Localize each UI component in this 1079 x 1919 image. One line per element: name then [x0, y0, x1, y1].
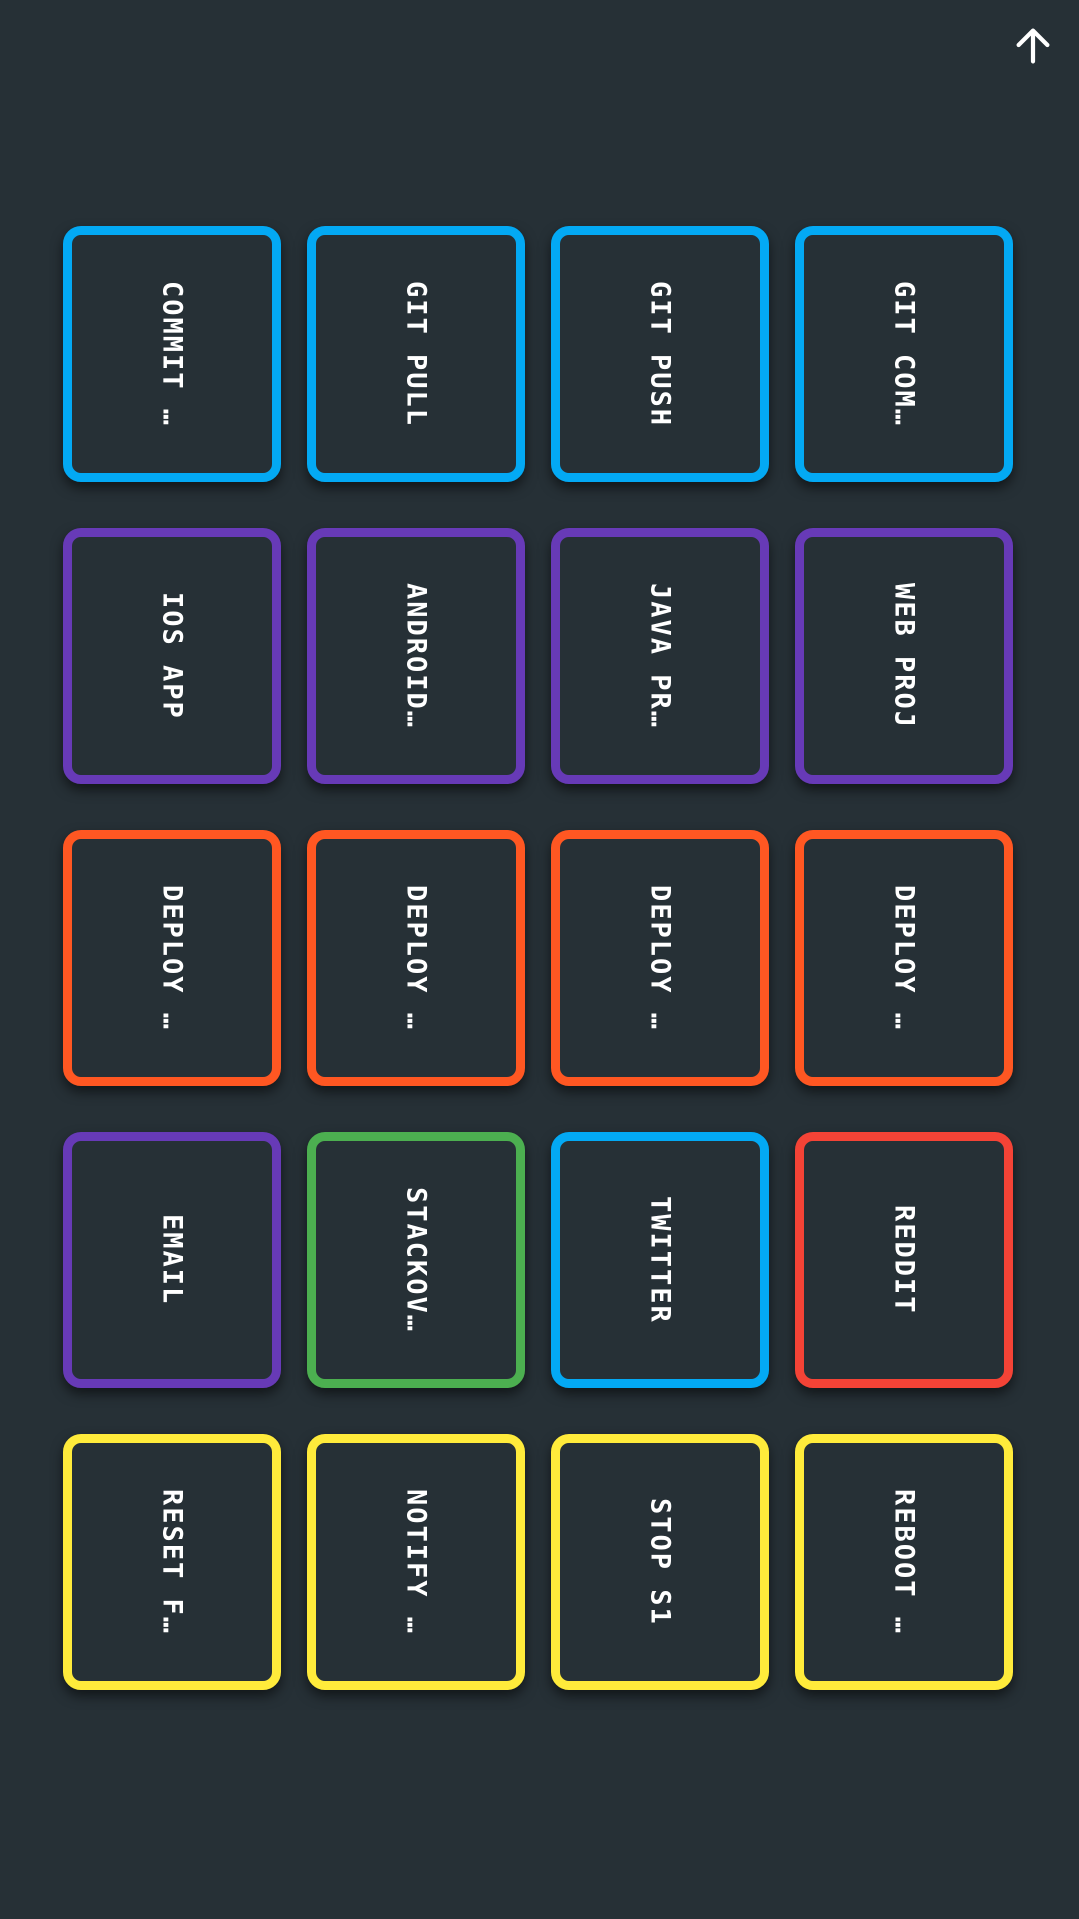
tile-label: COMMIT … — [156, 280, 188, 428]
tile-android[interactable]: ANDROID… — [307, 528, 525, 784]
tile-stackoverflow[interactable]: STACKOV… — [307, 1132, 525, 1388]
tile-label: DEPLOY … — [400, 884, 432, 1032]
tile-twitter[interactable]: TWITTER — [551, 1132, 769, 1388]
tile-reddit[interactable]: REDDIT — [795, 1132, 1013, 1388]
tile-deploy-3[interactable]: DEPLOY … — [551, 830, 769, 1086]
tile-web-project[interactable]: WEB PROJ — [795, 528, 1013, 784]
tile-label: DEPLOY … — [156, 884, 188, 1032]
tile-label: NOTIFY … — [400, 1488, 432, 1636]
tile-email[interactable]: EMAIL — [63, 1132, 281, 1388]
tile-label: DEPLOY … — [888, 884, 920, 1032]
tile-label: STOP S1 — [644, 1498, 676, 1626]
shortcut-grid: COMMIT … GIT PULL GIT PUSH GIT COM… IOS … — [63, 226, 1013, 1690]
tile-label: RESET F… — [156, 1488, 188, 1636]
tile-git-pull[interactable]: GIT PULL — [307, 226, 525, 482]
scroll-up-button[interactable] — [1005, 18, 1061, 74]
tile-commit[interactable]: COMMIT … — [63, 226, 281, 482]
tile-label: JAVA PR… — [644, 582, 676, 730]
tile-deploy-1[interactable]: DEPLOY … — [63, 830, 281, 1086]
tile-stop-s1[interactable]: STOP S1 — [551, 1434, 769, 1690]
tile-notify[interactable]: NOTIFY … — [307, 1434, 525, 1690]
tile-git-commit[interactable]: GIT COM… — [795, 226, 1013, 482]
tile-label: REBOOT … — [888, 1488, 920, 1636]
tile-label: GIT PULL — [400, 280, 432, 428]
tile-label: TWITTER — [644, 1196, 676, 1324]
tile-label: REDDIT — [888, 1205, 920, 1315]
tile-reboot[interactable]: REBOOT … — [795, 1434, 1013, 1690]
tile-reset[interactable]: RESET F… — [63, 1434, 281, 1690]
tile-label: ANDROID… — [400, 582, 432, 730]
tile-label: WEB PROJ — [888, 582, 920, 730]
tile-label: EMAIL — [156, 1214, 188, 1306]
tile-label: GIT PUSH — [644, 280, 676, 428]
tile-label: GIT COM… — [888, 280, 920, 428]
tile-ios-app[interactable]: IOS APP — [63, 528, 281, 784]
tile-git-push[interactable]: GIT PUSH — [551, 226, 769, 482]
tile-java-project[interactable]: JAVA PR… — [551, 528, 769, 784]
tile-deploy-4[interactable]: DEPLOY … — [795, 830, 1013, 1086]
tile-label: IOS APP — [156, 592, 188, 720]
tile-deploy-2[interactable]: DEPLOY … — [307, 830, 525, 1086]
tile-label: STACKOV… — [400, 1186, 432, 1334]
tile-label: DEPLOY … — [644, 884, 676, 1032]
arrow-up-icon — [1016, 28, 1050, 64]
